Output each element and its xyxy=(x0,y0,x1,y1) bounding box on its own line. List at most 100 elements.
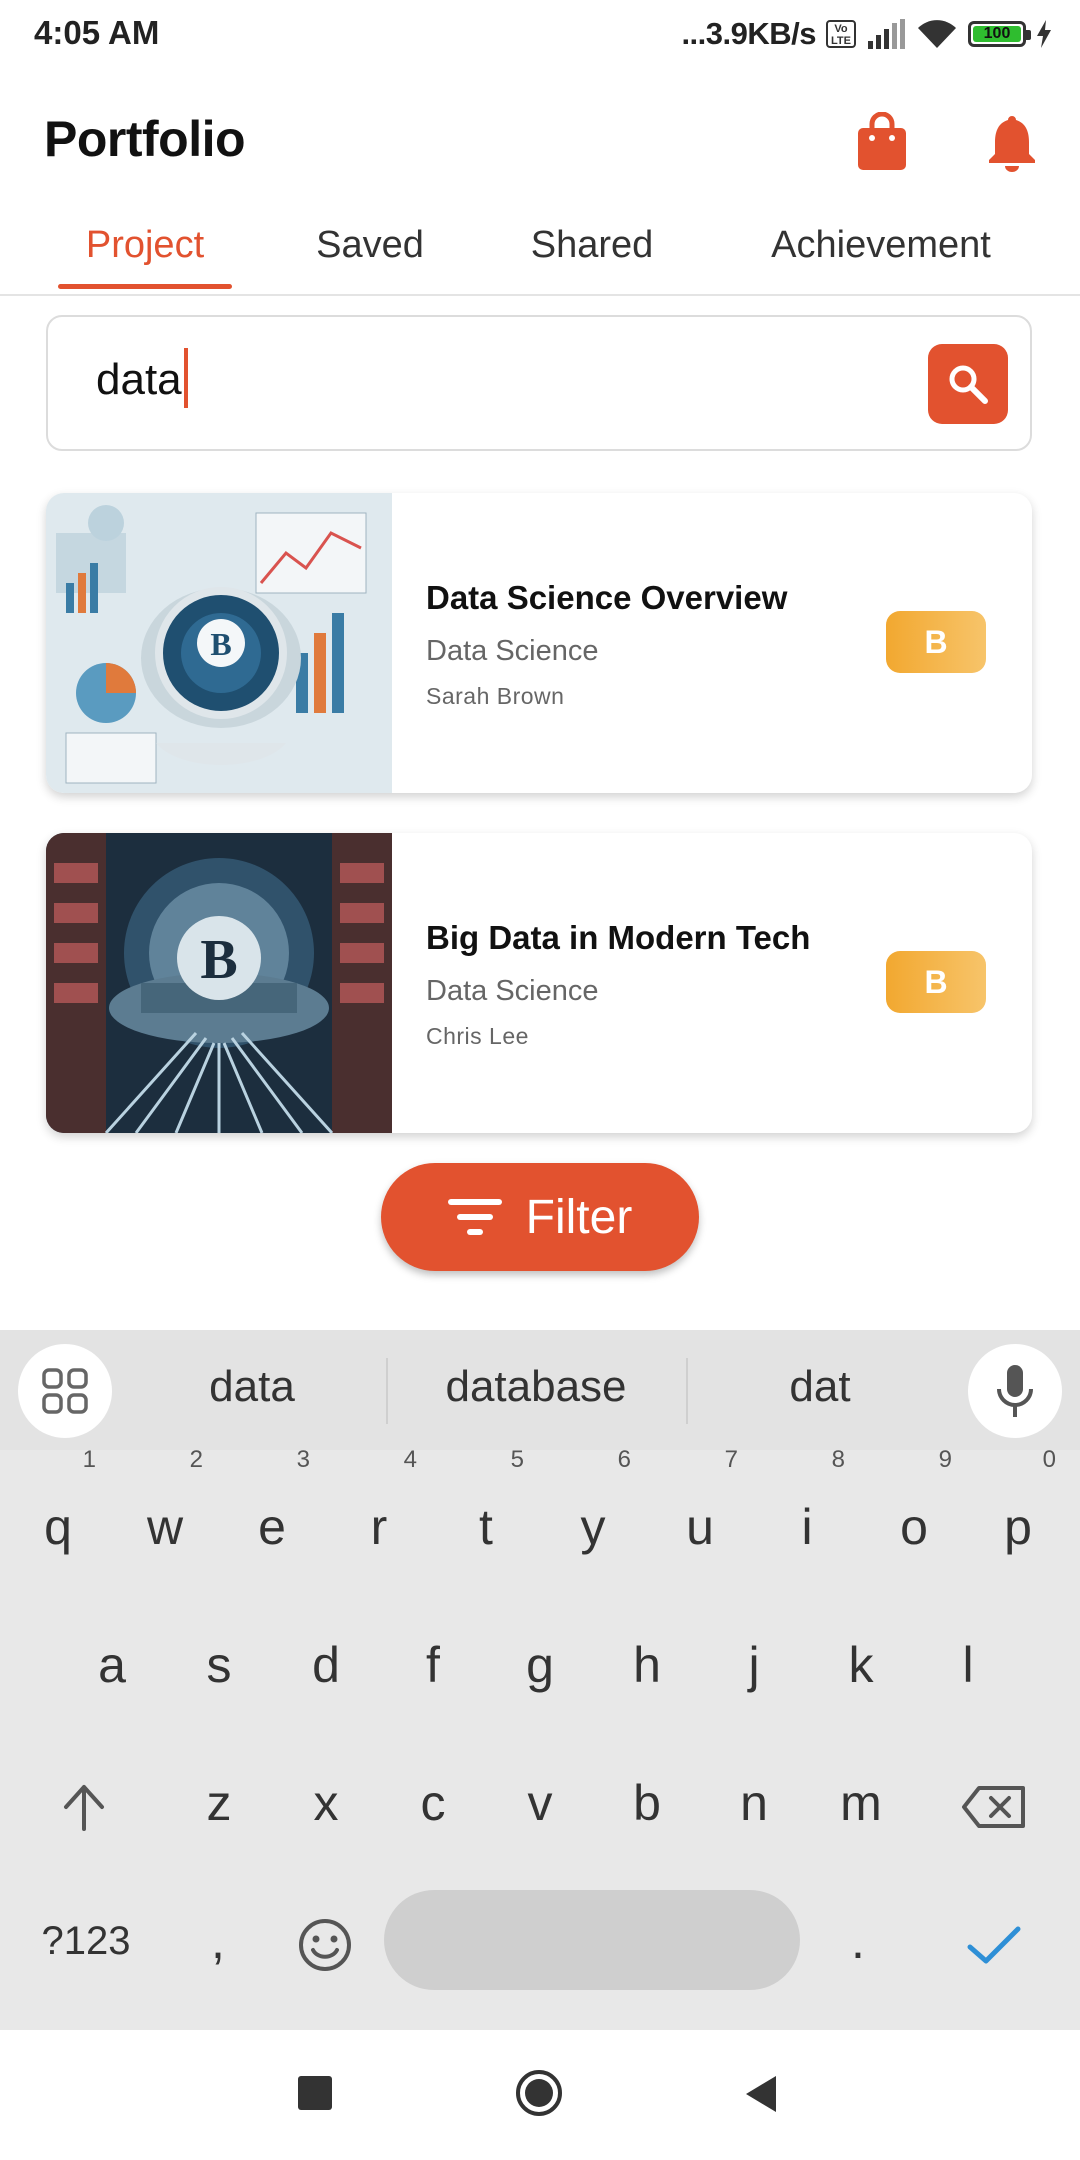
grade-badge: B xyxy=(886,611,986,673)
card-category: Data Science xyxy=(426,635,599,667)
key-b[interactable]: b xyxy=(597,1748,697,1858)
key-u[interactable]: 7u xyxy=(650,1446,750,1582)
text-cursor xyxy=(183,348,188,409)
bell-icon[interactable] xyxy=(976,106,1048,178)
key-g[interactable]: g xyxy=(490,1610,590,1720)
grade-badge: B xyxy=(886,951,986,1013)
voice-input-button[interactable] xyxy=(968,1344,1062,1438)
search-input[interactable]: data xyxy=(46,315,1032,451)
key-e[interactable]: 3e xyxy=(222,1446,322,1582)
key-i[interactable]: 8i xyxy=(757,1446,857,1582)
card-thumbnail: B xyxy=(46,833,392,1133)
tab-achievement[interactable]: Achievement xyxy=(746,224,1016,267)
key-o[interactable]: 9o xyxy=(864,1446,964,1582)
key-label: o xyxy=(900,1499,928,1555)
key-m[interactable]: m xyxy=(811,1748,911,1858)
project-card[interactable]: B Big Data in Modern Tech Data Science C… xyxy=(46,833,1032,1133)
emoji-key[interactable] xyxy=(275,1886,375,1996)
key-label: y xyxy=(580,1499,606,1555)
back-triangle-icon xyxy=(746,2076,776,2112)
page-title: Portfolio xyxy=(44,111,246,167)
key-v[interactable]: v xyxy=(490,1748,590,1858)
key-number: 8 xyxy=(831,1446,845,1473)
grid-icon xyxy=(42,1368,88,1414)
key-p[interactable]: 0p xyxy=(968,1446,1068,1582)
card-author: Chris Lee xyxy=(426,1023,529,1049)
suggestion-divider xyxy=(686,1358,688,1424)
system-nav-bar xyxy=(0,2030,1080,2160)
battery-icon: 100 xyxy=(968,21,1031,47)
symbols-key[interactable]: ?123 xyxy=(26,1886,146,1996)
backspace-key[interactable] xyxy=(944,1748,1044,1858)
shopping-bag-icon[interactable] xyxy=(846,106,918,178)
key-number: 4 xyxy=(403,1446,417,1473)
key-c[interactable]: c xyxy=(383,1748,483,1858)
search-icon xyxy=(949,365,988,404)
emoji-icon xyxy=(299,1918,351,1971)
card-author: Sarah Brown xyxy=(426,683,565,709)
key-j[interactable]: j xyxy=(704,1610,804,1720)
key-x[interactable]: x xyxy=(276,1748,376,1858)
card-title: Data Science Overview xyxy=(426,579,788,616)
key-r[interactable]: 4r xyxy=(329,1446,429,1582)
suggestion-item[interactable]: data xyxy=(132,1362,372,1412)
enter-key[interactable] xyxy=(944,1886,1044,1996)
keyboard-apps-button[interactable] xyxy=(18,1344,112,1438)
search-value[interactable]: data xyxy=(96,355,182,404)
period-key[interactable]: . xyxy=(808,1886,908,1996)
key-y[interactable]: 6y xyxy=(543,1446,643,1582)
recents-button[interactable] xyxy=(298,2076,332,2110)
key-d[interactable]: d xyxy=(276,1610,376,1720)
key-number: 6 xyxy=(617,1446,631,1473)
search-button[interactable] xyxy=(928,344,1008,424)
key-f[interactable]: f xyxy=(383,1610,483,1720)
microphone-icon xyxy=(997,1365,1033,1417)
check-icon xyxy=(967,1926,1021,1964)
status-time: 4:05 AM xyxy=(34,14,160,51)
key-q[interactable]: 1q xyxy=(8,1446,108,1582)
project-card[interactable]: B Data Science Overview Data Science Sar… xyxy=(46,493,1032,793)
key-number: 3 xyxy=(296,1446,310,1473)
tab-saved[interactable]: Saved xyxy=(300,224,440,267)
key-number: 2 xyxy=(189,1446,203,1473)
card-title: Big Data in Modern Tech xyxy=(426,919,811,956)
active-tab-indicator xyxy=(58,284,232,289)
home-circle-icon xyxy=(516,2070,562,2116)
suggestion-bar: data database dat xyxy=(0,1330,1080,1450)
key-n[interactable]: n xyxy=(704,1748,804,1858)
key-number: 1 xyxy=(82,1446,96,1473)
key-h[interactable]: h xyxy=(597,1610,697,1720)
tab-shared[interactable]: Shared xyxy=(510,224,674,267)
key-z[interactable]: z xyxy=(169,1748,269,1858)
suggestion-divider xyxy=(386,1358,388,1424)
key-label: p xyxy=(1004,1499,1032,1555)
key-t[interactable]: 5t xyxy=(436,1446,536,1582)
suggestion-item[interactable]: database xyxy=(416,1362,656,1412)
svg-text:B: B xyxy=(200,929,237,991)
filter-button[interactable]: Filter xyxy=(381,1163,699,1271)
card-category: Data Science xyxy=(426,975,599,1007)
key-label: q xyxy=(44,1499,72,1555)
key-number: 7 xyxy=(724,1446,738,1473)
filter-icon xyxy=(447,1199,502,1235)
tab-project[interactable]: Project xyxy=(58,224,232,267)
status-icons: ...3.9KB/s Vo LTE 100 xyxy=(681,14,1052,54)
network-speed: ...3.9KB/s xyxy=(681,16,816,51)
key-a[interactable]: a xyxy=(62,1610,162,1720)
battery-level: 100 xyxy=(973,25,1021,42)
back-button[interactable] xyxy=(742,2074,782,2114)
key-number: 0 xyxy=(1042,1446,1056,1473)
comma-key[interactable]: , xyxy=(168,1886,268,1996)
filter-label: Filter xyxy=(525,1190,633,1244)
shift-key[interactable] xyxy=(34,1748,134,1858)
key-k[interactable]: k xyxy=(811,1610,911,1720)
key-number: 5 xyxy=(510,1446,524,1473)
home-button[interactable] xyxy=(514,2068,564,2118)
space-key[interactable] xyxy=(384,1890,800,1990)
key-l[interactable]: l xyxy=(918,1610,1018,1720)
key-label: i xyxy=(801,1499,813,1555)
key-s[interactable]: s xyxy=(169,1610,269,1720)
key-label: t xyxy=(479,1499,493,1555)
key-w[interactable]: 2w xyxy=(115,1446,215,1582)
suggestion-item[interactable]: dat xyxy=(700,1362,940,1412)
